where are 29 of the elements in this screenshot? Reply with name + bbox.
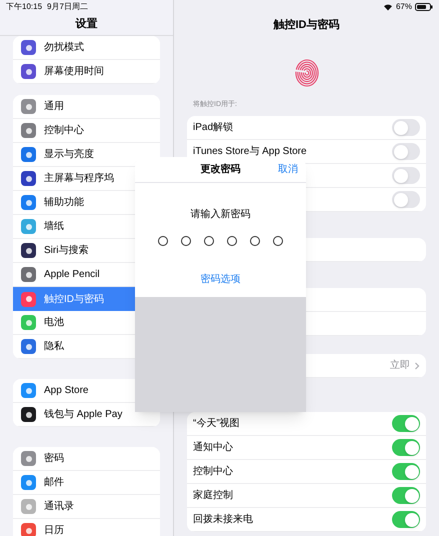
- row-label: 通知中心: [193, 440, 233, 455]
- row-label: iPad解锁: [193, 121, 234, 135]
- row-label: 回拨未接来电: [193, 512, 253, 527]
- toggle-switch[interactable]: [392, 439, 420, 456]
- row-label: iTunes Store与 App Store: [193, 144, 307, 159]
- toggle-switch[interactable]: [392, 511, 420, 528]
- status-time: 下午10:15: [6, 1, 42, 13]
- row-label: “今天”视图: [193, 416, 240, 431]
- toggle-switch[interactable]: [392, 119, 420, 136]
- toggle-switch[interactable]: [392, 463, 420, 480]
- status-date: 9月7日周二: [47, 1, 88, 13]
- cancel-button[interactable]: 取消: [278, 162, 298, 177]
- wifi-icon: [382, 3, 393, 11]
- toggle-switch[interactable]: [392, 487, 420, 504]
- dialog-prompt: 请输入新密码: [190, 208, 250, 222]
- toggle-switch[interactable]: [392, 143, 420, 160]
- sidebar-title: 设置: [76, 16, 98, 32]
- page-title: 触控ID与密码: [274, 18, 340, 33]
- row-label: 家庭控制: [193, 488, 233, 503]
- toggle-switch[interactable]: [392, 415, 420, 432]
- chevron-icon: [414, 362, 420, 370]
- toggle-switch[interactable]: [392, 167, 420, 184]
- row-label: 控制中心: [193, 464, 233, 479]
- passcode-options-link[interactable]: 密码选项: [200, 272, 240, 287]
- dialog-title: 更改密码: [200, 162, 240, 177]
- battery-icon: [415, 3, 433, 11]
- battery-percent: 67%: [396, 1, 412, 13]
- row-value: 立即: [390, 358, 410, 373]
- toggle-switch[interactable]: [392, 191, 420, 208]
